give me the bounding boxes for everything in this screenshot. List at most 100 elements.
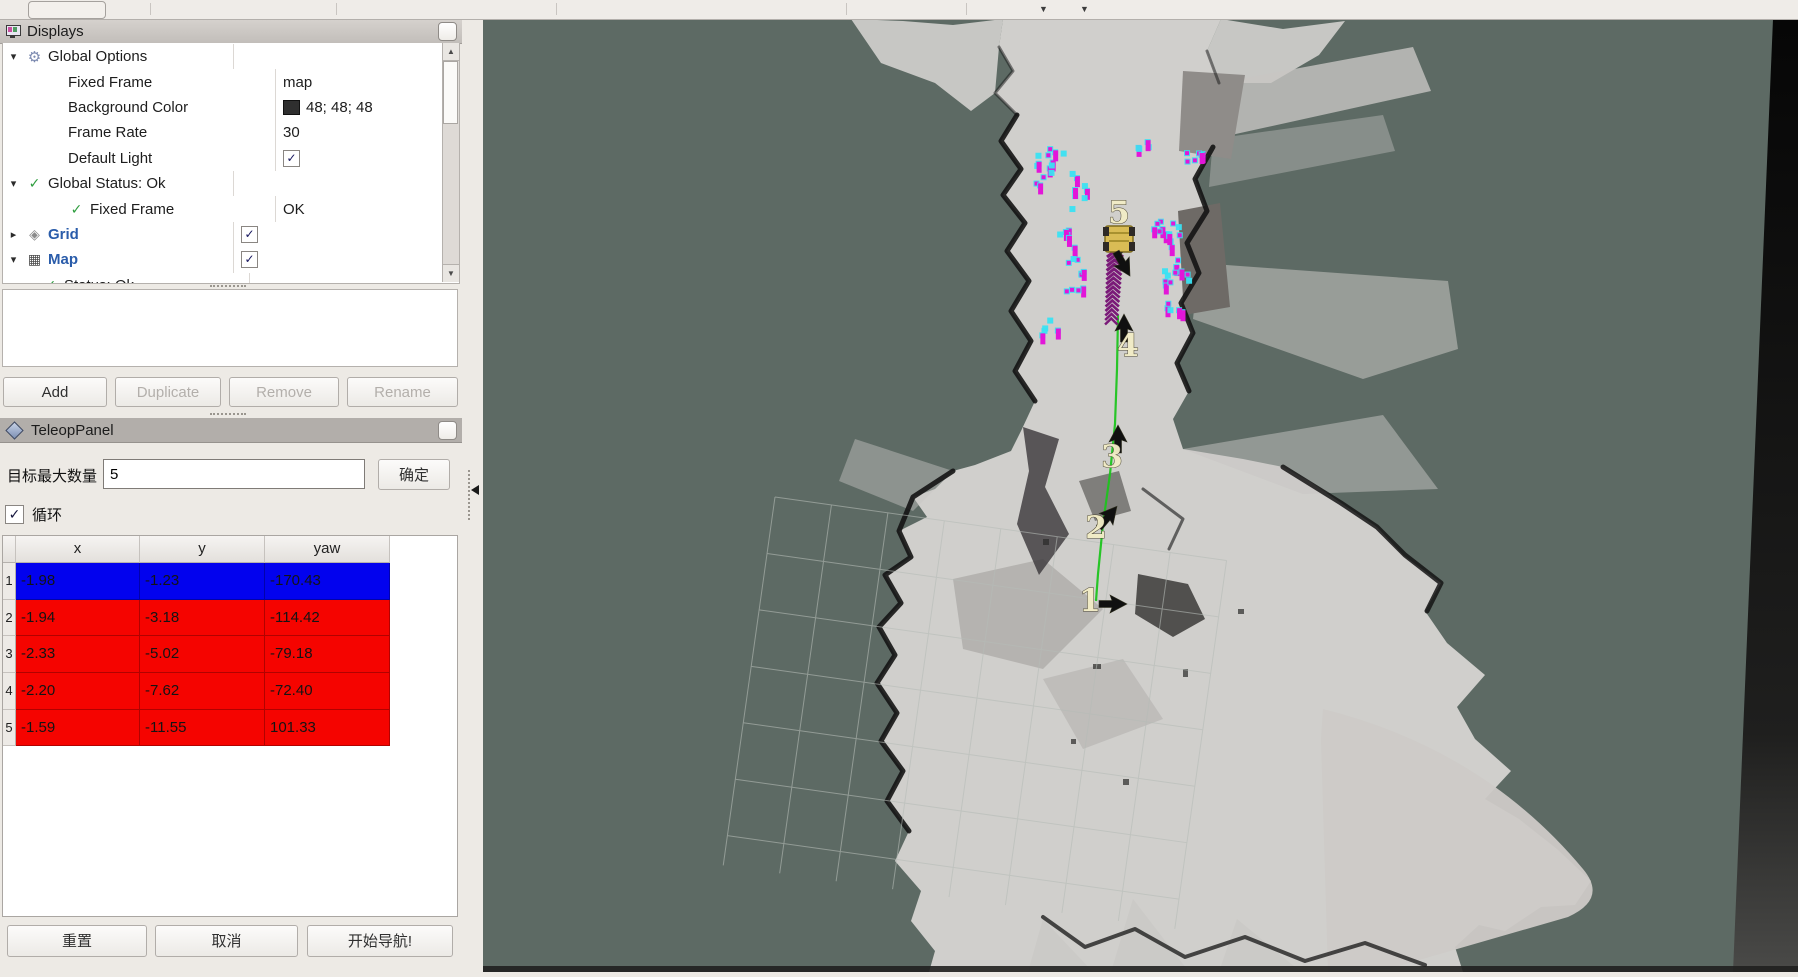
add-button[interactable]: Add [3, 377, 107, 407]
check-icon: ✓ [26, 175, 43, 192]
collapse-arrow-icon[interactable]: ▾ [7, 177, 20, 190]
table-row[interactable]: 5-1.59-11.55101.33 [3, 710, 457, 747]
displays-panel-titlebar[interactable]: Displays [0, 19, 462, 44]
tree-item-label: Background Color [68, 99, 188, 116]
panel-float-button[interactable] [438, 421, 457, 440]
confirm-button[interactable]: 确定 [378, 459, 450, 490]
tree-item-label: Status: Ok [64, 277, 134, 284]
display-tree-row[interactable]: ▾ ▦ Map ✓ [3, 247, 443, 272]
cell-yaw[interactable]: -170.43 [265, 563, 390, 600]
cell-yaw[interactable]: -114.42 [265, 600, 390, 637]
display-tree-row[interactable]: ✓ Fixed Frame OK [3, 196, 443, 221]
expand-arrow-icon[interactable]: ▸ [23, 279, 36, 284]
gear-icon: ⚙ [26, 48, 43, 66]
display-tree-row[interactable]: ▾✓Global Status: Ok [3, 171, 443, 196]
row-number[interactable]: 4 [3, 673, 16, 710]
goal-count-input[interactable] [103, 459, 365, 489]
cell-y[interactable]: -11.55 [140, 710, 265, 747]
toolbar-tab[interactable] [28, 1, 106, 19]
column-header-yaw[interactable]: yaw [265, 536, 390, 563]
panel-map-splitter[interactable] [462, 19, 483, 972]
color-swatch[interactable] [283, 100, 300, 115]
waypoint-label: 2 [1085, 510, 1107, 546]
horizontal-splitter[interactable] [210, 413, 246, 415]
column-header-x[interactable]: x [16, 536, 140, 563]
expand-arrow-icon[interactable]: ▸ [7, 228, 20, 241]
display-tree-row[interactable]: Fixed Framemap [3, 69, 443, 94]
rename-button[interactable]: Rename [347, 377, 458, 407]
waypoint-label: 3 [1101, 439, 1123, 475]
display-tree-row[interactable]: Frame Rate 30 [3, 120, 443, 145]
tree-item-value[interactable]: 30 [283, 124, 300, 141]
tree-item-label: Map [48, 251, 78, 268]
cell-x[interactable]: -2.33 [16, 636, 140, 673]
row-number[interactable]: 5 [3, 710, 16, 747]
display-tree-row[interactable]: Background Color 48; 48; 48 [3, 95, 443, 120]
display-tree-row[interactable]: ▾ ⚙ Global Options [3, 44, 443, 69]
cell-yaw[interactable]: 101.33 [265, 710, 390, 747]
viewport-bottom-edge [483, 966, 1798, 972]
teleop-panel-title: TeleopPanel [31, 422, 114, 439]
tree-item-value[interactable]: map [283, 74, 312, 91]
checkbox[interactable]: ✓ [241, 226, 258, 243]
rviz-3d-view[interactable]: 12345 [483, 19, 1798, 972]
cell-x[interactable]: -2.20 [16, 673, 140, 710]
map-viewport[interactable]: 12345 [483, 19, 1798, 972]
remove-button[interactable]: Remove [229, 377, 339, 407]
check-icon: ✓ [68, 201, 85, 218]
column-header-y[interactable]: y [140, 536, 265, 563]
cell-y[interactable]: -3.18 [140, 600, 265, 637]
start-navigation-button[interactable]: 开始导航! [307, 925, 453, 957]
panel-float-button[interactable] [438, 22, 457, 41]
toolbar-separator [556, 3, 557, 15]
horizontal-splitter[interactable] [210, 285, 246, 287]
tree-item-label: Grid [48, 226, 79, 243]
teleop-panel-icon [5, 421, 23, 439]
tree-item-label: Fixed Frame [90, 201, 174, 218]
display-tree-row[interactable]: ▸◈Grid✓ [3, 222, 443, 247]
duplicate-button[interactable]: Duplicate [115, 377, 221, 407]
tree-item-value[interactable]: OK [283, 201, 305, 218]
row-number[interactable]: 3 [3, 636, 16, 673]
cancel-button[interactable]: 取消 [155, 925, 298, 957]
checkbox[interactable]: ✓ [283, 150, 300, 167]
collapse-arrow-icon[interactable]: ▾ [7, 253, 20, 266]
top-toolbar: ▼ ▼ [0, 0, 1798, 20]
chevron-down-icon[interactable]: ▼ [1039, 2, 1048, 16]
collapse-arrow-icon[interactable]: ▾ [7, 50, 20, 63]
displays-tree[interactable]: ▾⚙Global OptionsFixed FramemapBackground… [2, 43, 460, 284]
scroll-up-icon[interactable]: ▲ [443, 43, 459, 61]
cell-x[interactable]: -1.98 [16, 563, 140, 600]
cell-yaw[interactable]: -79.18 [265, 636, 390, 673]
display-tree-row[interactable]: ▸ ✓ Status: Ok [3, 273, 443, 284]
row-number[interactable]: 1 [3, 563, 16, 600]
cell-y[interactable]: -5.02 [140, 636, 265, 673]
tree-scrollbar[interactable]: ▲ ▼ [442, 43, 459, 282]
scrollbar-thumb[interactable] [443, 61, 458, 124]
cell-y[interactable]: -7.62 [140, 673, 265, 710]
teleop-panel-titlebar[interactable]: TeleopPanel [0, 418, 462, 443]
table-row[interactable]: 4-2.20-7.62-72.40 [3, 673, 457, 710]
tree-item-value[interactable]: 48; 48; 48 [306, 99, 373, 116]
cell-x[interactable]: -1.59 [16, 710, 140, 747]
table-row[interactable]: 1-1.98-1.23-170.43 [3, 563, 457, 600]
row-number[interactable]: 2 [3, 600, 16, 637]
display-tree-row[interactable]: Default Light✓ [3, 146, 443, 171]
tree-item-label: Frame Rate [68, 124, 147, 141]
toolbar-separator [336, 3, 337, 15]
tree-item-label: Global Options [48, 48, 147, 65]
reset-button[interactable]: 重置 [7, 925, 147, 957]
scroll-down-icon[interactable]: ▼ [443, 264, 459, 282]
table-row[interactable]: 2-1.94-3.18-114.42 [3, 600, 457, 637]
cell-yaw[interactable]: -72.40 [265, 673, 390, 710]
chevron-down-icon[interactable]: ▼ [1080, 2, 1089, 16]
waypoint-table[interactable]: x y yaw 1-1.98-1.23-170.432-1.94-3.18-11… [2, 535, 458, 917]
table-row[interactable]: 3-2.33-5.02-79.18 [3, 636, 457, 673]
cell-x[interactable]: -1.94 [16, 600, 140, 637]
checkbox[interactable]: ✓ [241, 251, 258, 268]
loop-checkbox[interactable]: ✓ [5, 505, 24, 524]
collapse-panel-icon[interactable] [471, 485, 479, 495]
cell-y[interactable]: -1.23 [140, 563, 265, 600]
check-icon: ✓ [42, 277, 59, 284]
map-icon: ▦ [26, 251, 43, 268]
